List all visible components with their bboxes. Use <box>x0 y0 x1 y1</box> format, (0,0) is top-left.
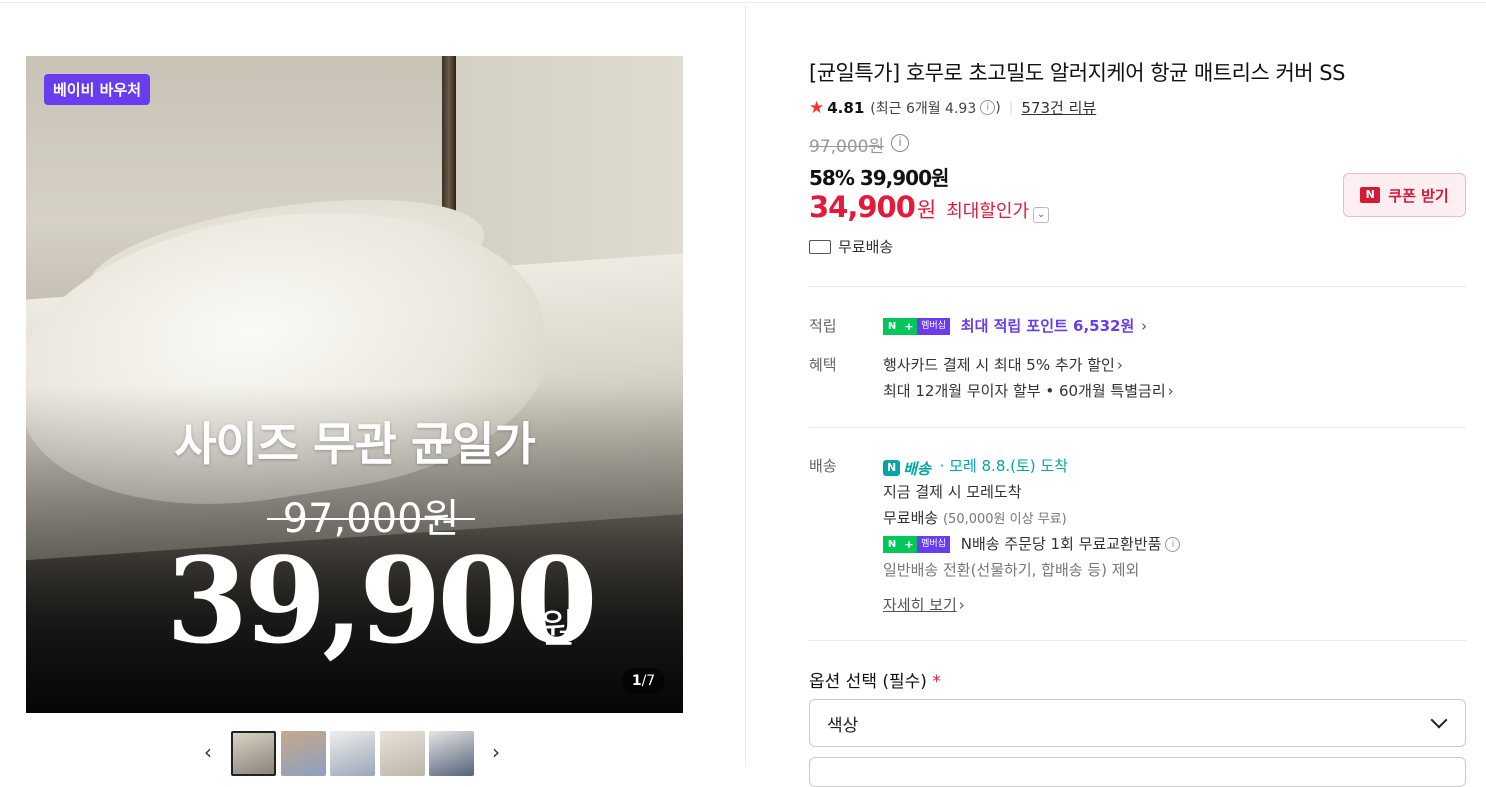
product-main-image[interactable]: 베이비 바우처 사이즈 무관 균일가 97,000원 39,900 원 1/7 <box>26 56 683 713</box>
naver-plus-membership-icon: N + 멤버십 <box>883 536 950 553</box>
n-delivery-icon: N 배송 <box>883 458 931 479</box>
info-icon[interactable]: i <box>980 100 996 115</box>
coupon-label: 쿠폰 받기 <box>1388 186 1449 205</box>
divider <box>809 286 1466 287</box>
voucher-badge: 베이비 바우처 <box>44 74 151 105</box>
top-divider <box>0 2 1486 3</box>
benefit-line-2[interactable]: 최대 12개월 무이자 할부 • 60개월 특별금리 › <box>883 380 1174 401</box>
naver-plus-membership-icon: N + 멤버십 <box>883 318 950 335</box>
star-icon: ★ <box>809 97 825 118</box>
price-info-icon[interactable]: i <box>891 134 909 152</box>
color-select[interactable]: 색상 <box>809 699 1466 747</box>
next-option-select[interactable] <box>809 757 1466 787</box>
max-discount-label: 최대할인가 <box>946 201 1030 222</box>
divider <box>809 427 1466 428</box>
rating-score: 4.81 <box>827 98 865 117</box>
delivery-line-4: 일반배송 전환(선물하기, 합배송 등) 제외 <box>883 561 1140 579</box>
points-row[interactable]: N + 멤버십 최대 적립 포인트 6,532원 › <box>883 315 1147 336</box>
benefit-line-1[interactable]: 행사카드 결제 시 최대 5% 추가 할인 › <box>883 354 1123 375</box>
chevron-down-icon[interactable]: ⌄ <box>1033 207 1050 223</box>
discount-line: 58% 39,900원 <box>809 166 949 190</box>
rating-row: ★ 4.81 (최근 6개월 4.93 i ) | 573건 리뷰 <box>809 97 1096 118</box>
delivery-line-3: N + 멤버십 N배송 주문당 1회 무료교환반품 i <box>883 533 1181 554</box>
hero-won: 원 <box>539 606 576 652</box>
chevron-right-icon: › <box>1116 356 1123 374</box>
chevron-right-icon: › <box>1141 317 1148 335</box>
truck-icon <box>809 239 831 254</box>
coupon-button[interactable]: N 쿠폰 받기 <box>1343 173 1466 217</box>
chevron-down-icon <box>1430 711 1448 729</box>
thumbnail-3[interactable] <box>330 731 375 776</box>
thumbnail-1[interactable] <box>231 731 276 776</box>
divider <box>809 640 1466 641</box>
original-price: 97,000원 <box>809 137 885 157</box>
naver-n-icon: N <box>1360 187 1381 203</box>
hero-price: 39,900 <box>166 531 598 670</box>
prev-arrow-icon[interactable]: ‹ <box>204 740 212 764</box>
info-icon[interactable]: i <box>1165 537 1181 552</box>
points-text: 최대 적립 포인트 6,532원 <box>960 317 1135 335</box>
review-count-link[interactable]: 573건 리뷰 <box>1021 97 1096 118</box>
max-discount-unit: 원 <box>916 198 937 222</box>
shipping-fee: 무료배송 <box>809 236 893 257</box>
delivery-details-link[interactable]: 자세히 보기 › <box>883 594 965 615</box>
shipping-fee-text: 무료배송 <box>838 238 894 256</box>
thumbnail-4[interactable] <box>380 731 425 776</box>
color-select-label: 색상 <box>827 715 859 736</box>
delivery-line-2: 무료배송 (50,000원 이상 무료) <box>883 509 1067 527</box>
delivery-arrival: N 배송 · 모레 8.8.(토) 도착 <box>883 455 1068 479</box>
column-divider <box>745 3 746 766</box>
chevron-right-icon: › <box>1167 382 1174 400</box>
points-label: 적립 <box>809 317 837 335</box>
benefit-label: 혜택 <box>809 356 837 374</box>
hero-title: 사이즈 무관 균일가 <box>174 417 536 471</box>
thumbnail-5[interactable] <box>429 731 474 776</box>
delivery-line-1: 지금 결제 시 모레도착 <box>883 483 1022 501</box>
option-label: 옵션 선택 (필수) * <box>809 672 941 692</box>
recent-rating: (최근 6개월 4.93 <box>870 100 977 117</box>
max-discount-price[interactable]: 34,900 원 최대할인가 ⌄ <box>809 190 1050 224</box>
thumbnail-2[interactable] <box>281 731 326 776</box>
next-arrow-icon[interactable]: › <box>492 740 500 764</box>
product-title: [균일특가] 호무로 초고밀도 알러지케어 항균 매트리스 커버 SS <box>809 61 1345 85</box>
max-discount-number: 34,900 <box>809 190 916 224</box>
image-counter: 1/7 <box>622 668 665 694</box>
delivery-label: 배송 <box>809 457 837 475</box>
rating-separator: | <box>1008 99 1014 116</box>
recent-rating-close: ) <box>995 99 1001 116</box>
chevron-right-icon: › <box>958 596 965 614</box>
